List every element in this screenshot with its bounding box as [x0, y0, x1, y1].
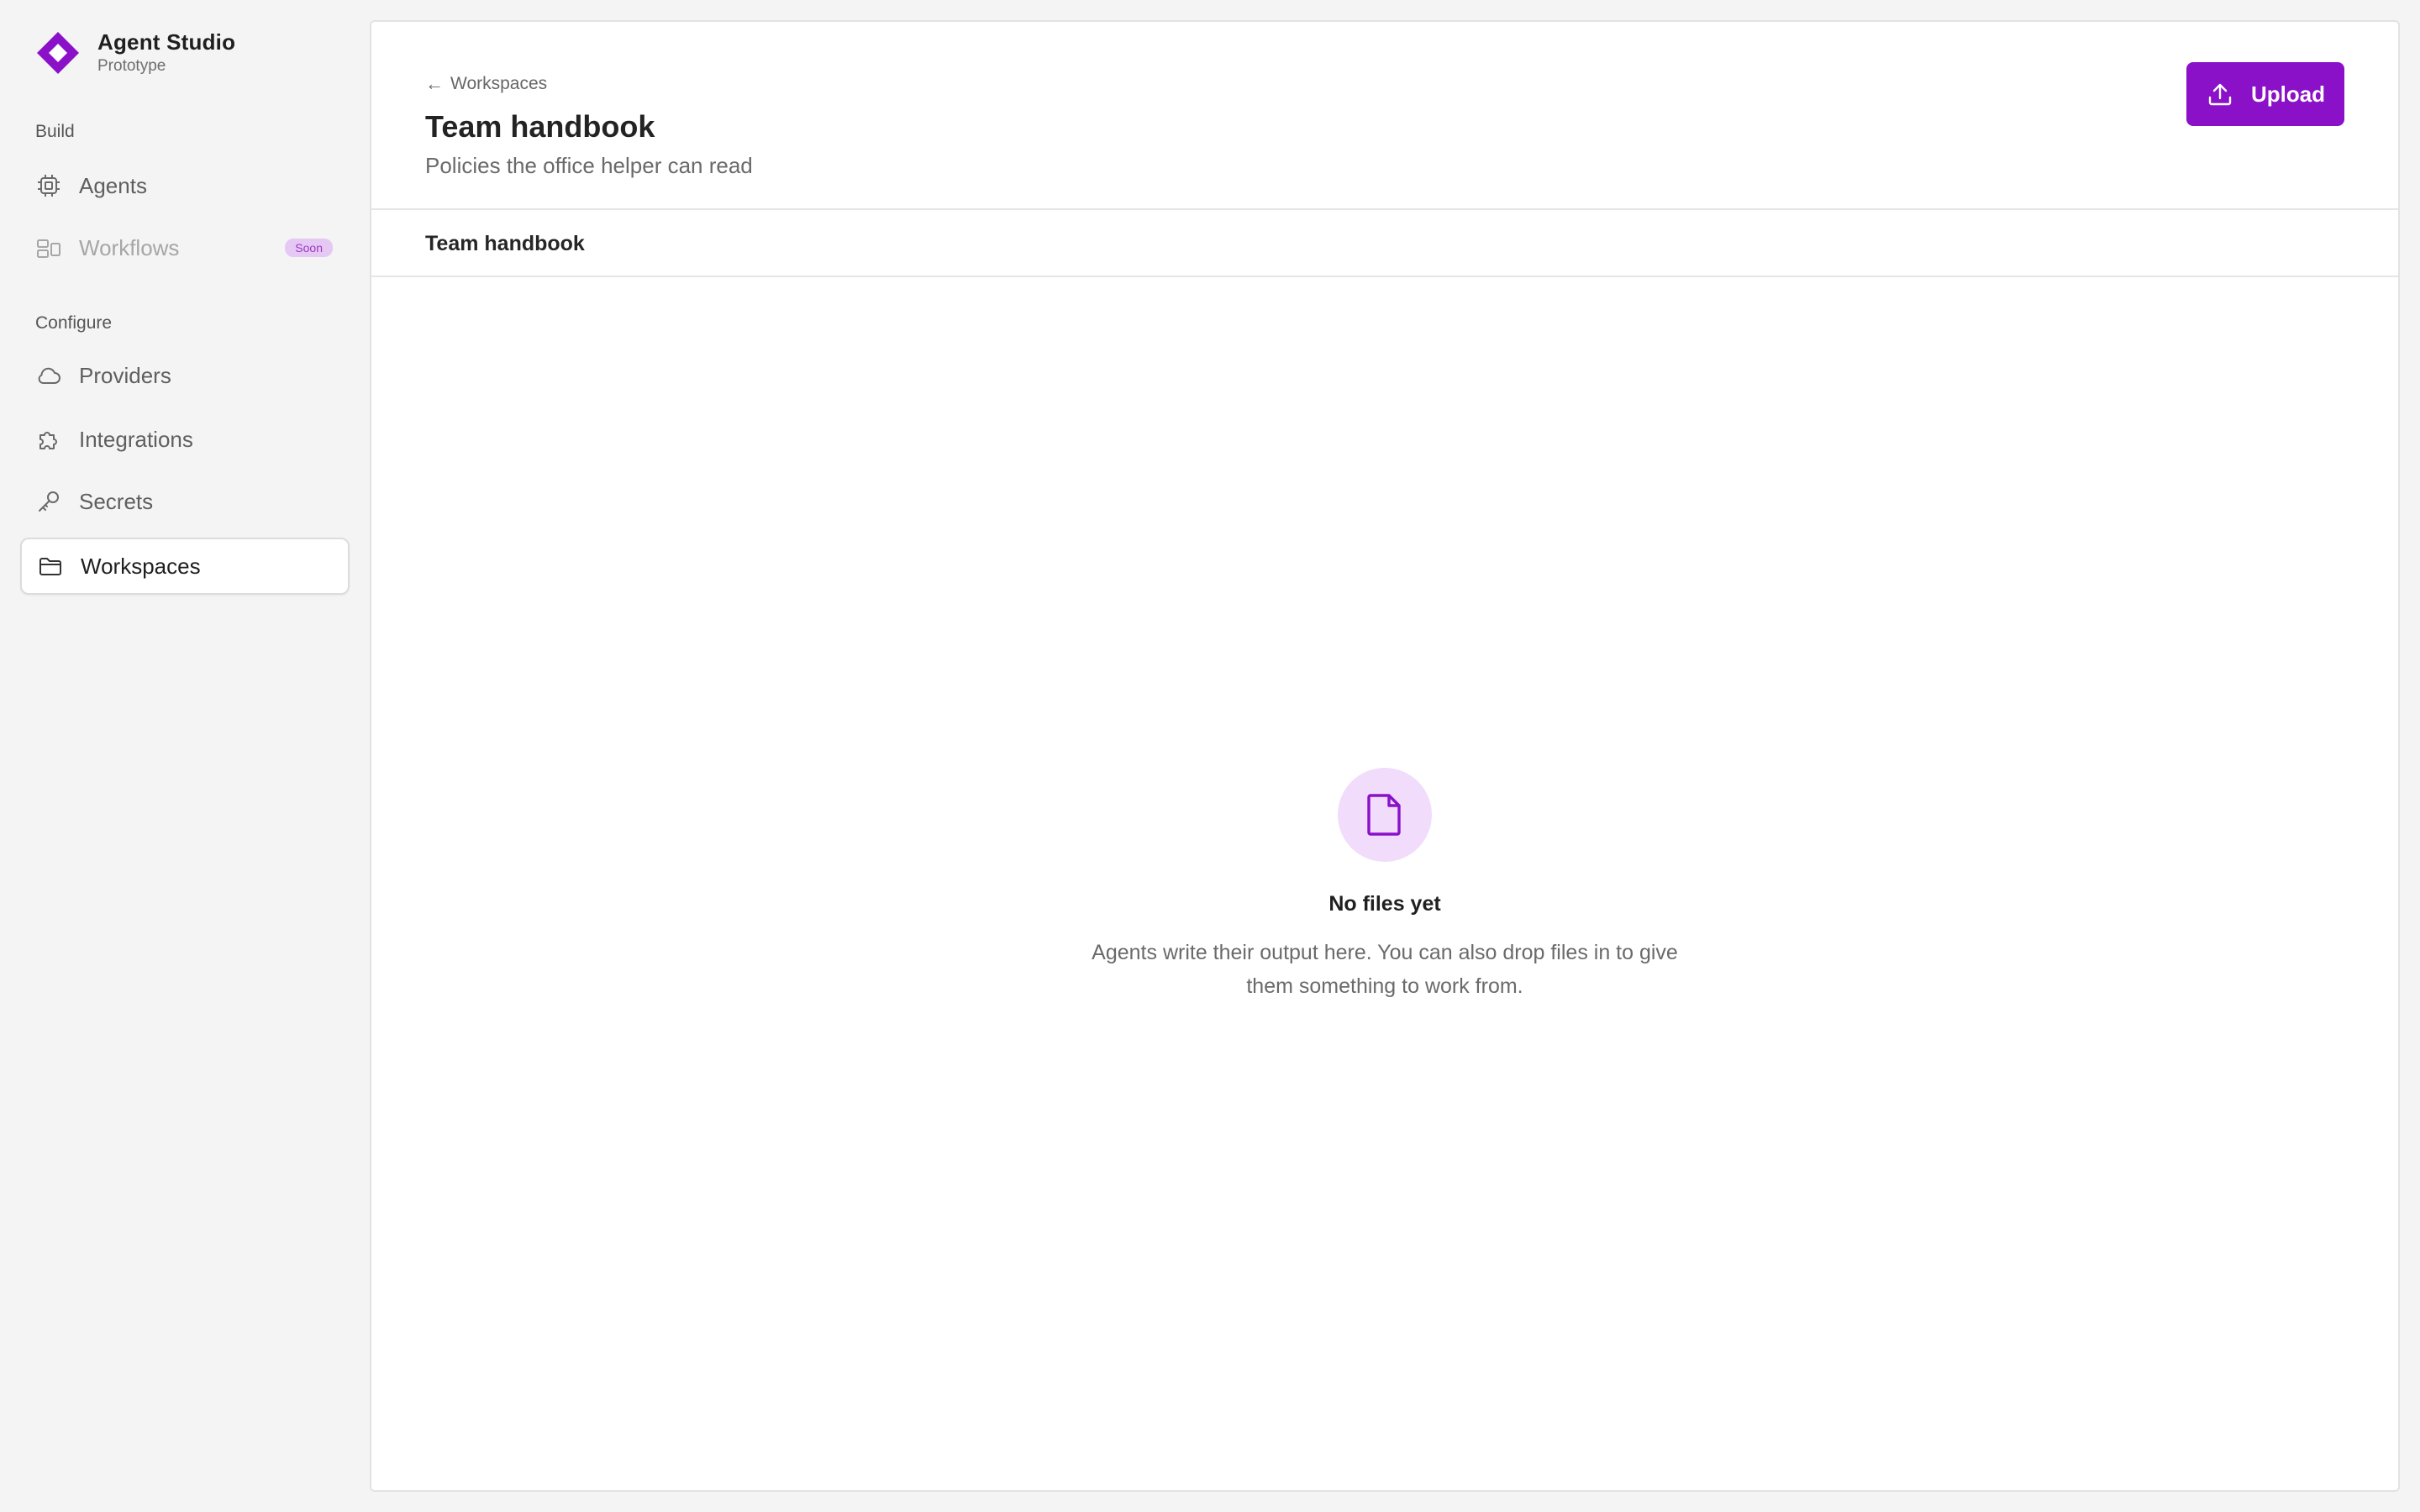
sidebar-item-label: Workspaces	[81, 554, 201, 579]
upload-button[interactable]: Upload	[2186, 62, 2344, 126]
upload-icon	[2206, 80, 2234, 108]
section-label-build: Build	[35, 122, 75, 141]
main-panel: ← Workspaces Team handbook Policies the …	[370, 20, 2400, 1492]
sidebar-item-label: Integrations	[79, 427, 193, 452]
page-header: ← Workspaces Team handbook Policies the …	[371, 22, 2398, 210]
puzzle-icon	[35, 426, 62, 453]
sidebar-item-label: Providers	[79, 363, 171, 388]
upload-button-label: Upload	[2250, 81, 2326, 107]
cloud-icon	[35, 362, 62, 389]
diamond-logo-icon	[35, 30, 81, 76]
brand[interactable]: Agent Studio Prototype	[35, 29, 235, 77]
sidebar-item-providers[interactable]: Providers	[20, 347, 350, 404]
sidebar-item-workspaces[interactable]: Workspaces	[20, 538, 350, 595]
sidebar-item-integrations[interactable]: Integrations	[20, 411, 350, 468]
brand-subtitle: Prototype	[97, 57, 166, 75]
brand-text: Agent Studio Prototype	[97, 29, 235, 77]
page-subtitle: Policies the office helper can read	[425, 153, 753, 178]
chip-icon	[35, 172, 62, 199]
section-label-configure: Configure	[35, 313, 113, 333]
empty-state-title: No files yet	[1328, 892, 1441, 916]
folder-icon	[37, 553, 64, 580]
arrow-left-icon: ←	[425, 73, 444, 94]
sidebar-item-label: Workflows	[79, 235, 180, 260]
empty-state: No files yet Agents write their output h…	[371, 768, 2398, 1003]
tab-team-handbook[interactable]: Team handbook	[425, 230, 585, 257]
brand-name: Agent Studio	[97, 29, 236, 55]
sidebar: Agent Studio Prototype Build Agents Work…	[0, 0, 370, 1512]
sidebar-item-agents[interactable]: Agents	[20, 157, 350, 214]
file-icon	[1338, 768, 1432, 862]
tab-bar: Team handbook	[371, 210, 2398, 277]
sidebar-item-workflows[interactable]: Workflows Soon	[20, 219, 350, 276]
sidebar-item-label: Agents	[79, 173, 147, 198]
workflow-icon	[35, 234, 62, 261]
key-icon	[35, 488, 62, 515]
sidebar-item-label: Secrets	[79, 489, 154, 514]
sidebar-item-secrets[interactable]: Secrets	[20, 473, 350, 530]
empty-state-description: Agents write their output here. You can …	[1092, 941, 1678, 998]
back-link-label: Workspaces	[450, 74, 548, 93]
soon-badge: Soon	[285, 239, 333, 257]
back-link[interactable]: ← Workspaces	[425, 72, 547, 96]
page-title: Team handbook	[425, 109, 655, 144]
